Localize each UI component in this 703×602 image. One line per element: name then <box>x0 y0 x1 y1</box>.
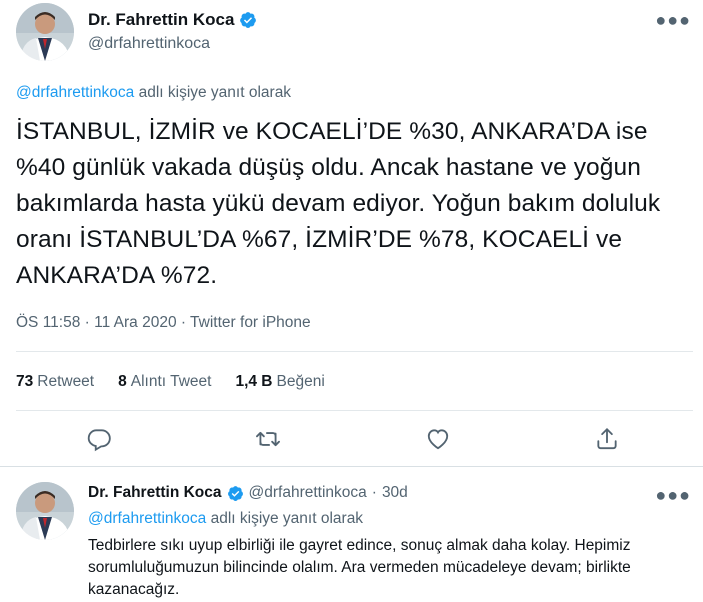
like-stat[interactable]: 1,4 B Beğeni <box>235 373 324 391</box>
quote-count: 8 <box>118 373 127 390</box>
main-tweet: Dr. Fahrettin Koca @drfahrettinkoca ●●● … <box>0 0 703 466</box>
more-options-icon[interactable]: ●●● <box>655 485 691 506</box>
quote-stat[interactable]: 8 Alıntı Tweet <box>118 373 211 391</box>
like-label: Beğeni <box>276 373 325 390</box>
reply-icon[interactable] <box>86 426 112 452</box>
retweet-icon[interactable] <box>255 426 281 452</box>
retweet-count: 73 <box>16 373 34 390</box>
reply-header: Dr. Fahrettin Koca @drfahrettinkoca · 30… <box>88 484 408 502</box>
retweet-stat[interactable]: 73 Retweet <box>16 373 94 391</box>
tweet-timestamp[interactable]: 30d <box>382 484 408 502</box>
divider <box>16 410 693 411</box>
reply-mention-link[interactable]: @drfahrettinkoca <box>88 510 206 527</box>
avatar[interactable] <box>16 3 74 61</box>
author-handle[interactable]: @drfahrettinkoca <box>88 35 210 53</box>
share-icon[interactable] <box>594 426 620 452</box>
like-count: 1,4 B <box>235 373 273 390</box>
tweet-text: İSTANBUL, İZMİR ve KOCAELİ’DE %30, ANKAR… <box>16 118 661 289</box>
tweet-meta[interactable]: ÖS 11:58 · 11 Ara 2020 · Twitter for iPh… <box>16 314 311 332</box>
retweet-label: Retweet <box>37 373 95 390</box>
tweet-stats: 73 Retweet 8 Alıntı Tweet 1,4 B Beğeni <box>16 373 349 391</box>
heart-icon[interactable] <box>425 426 451 452</box>
reply-context: @drfahrettinkoca adlı kişiye yanıt olara… <box>88 510 363 528</box>
reply-context: @drfahrettinkoca adlı kişiye yanıt olara… <box>16 84 291 102</box>
reply-tweet[interactable]: Dr. Fahrettin Koca @drfahrettinkoca · 30… <box>0 467 703 602</box>
avatar[interactable] <box>16 482 74 540</box>
author-handle[interactable]: @drfahrettinkoca <box>249 484 367 502</box>
reply-context-text: adlı kişiye yanıt olarak <box>206 510 364 527</box>
verified-badge-icon <box>227 485 244 502</box>
author-name[interactable]: Dr. Fahrettin Koca <box>88 484 222 502</box>
author-name[interactable]: Dr. Fahrettin Koca <box>88 10 234 30</box>
quote-label: Alıntı Tweet <box>130 373 212 390</box>
author-name-row[interactable]: Dr. Fahrettin Koca <box>88 10 257 30</box>
tweet-text: Tedbirlere sıkı uyup elbirliği ile gayre… <box>88 537 631 598</box>
verified-badge-icon <box>239 11 257 29</box>
more-options-icon[interactable]: ●●● <box>655 10 691 31</box>
reply-mention-link[interactable]: @drfahrettinkoca <box>16 84 134 101</box>
tweet-actions <box>0 426 703 456</box>
separator-dot: · <box>371 484 377 501</box>
reply-context-text: adlı kişiye yanıt olarak <box>134 84 292 101</box>
divider <box>16 351 693 352</box>
